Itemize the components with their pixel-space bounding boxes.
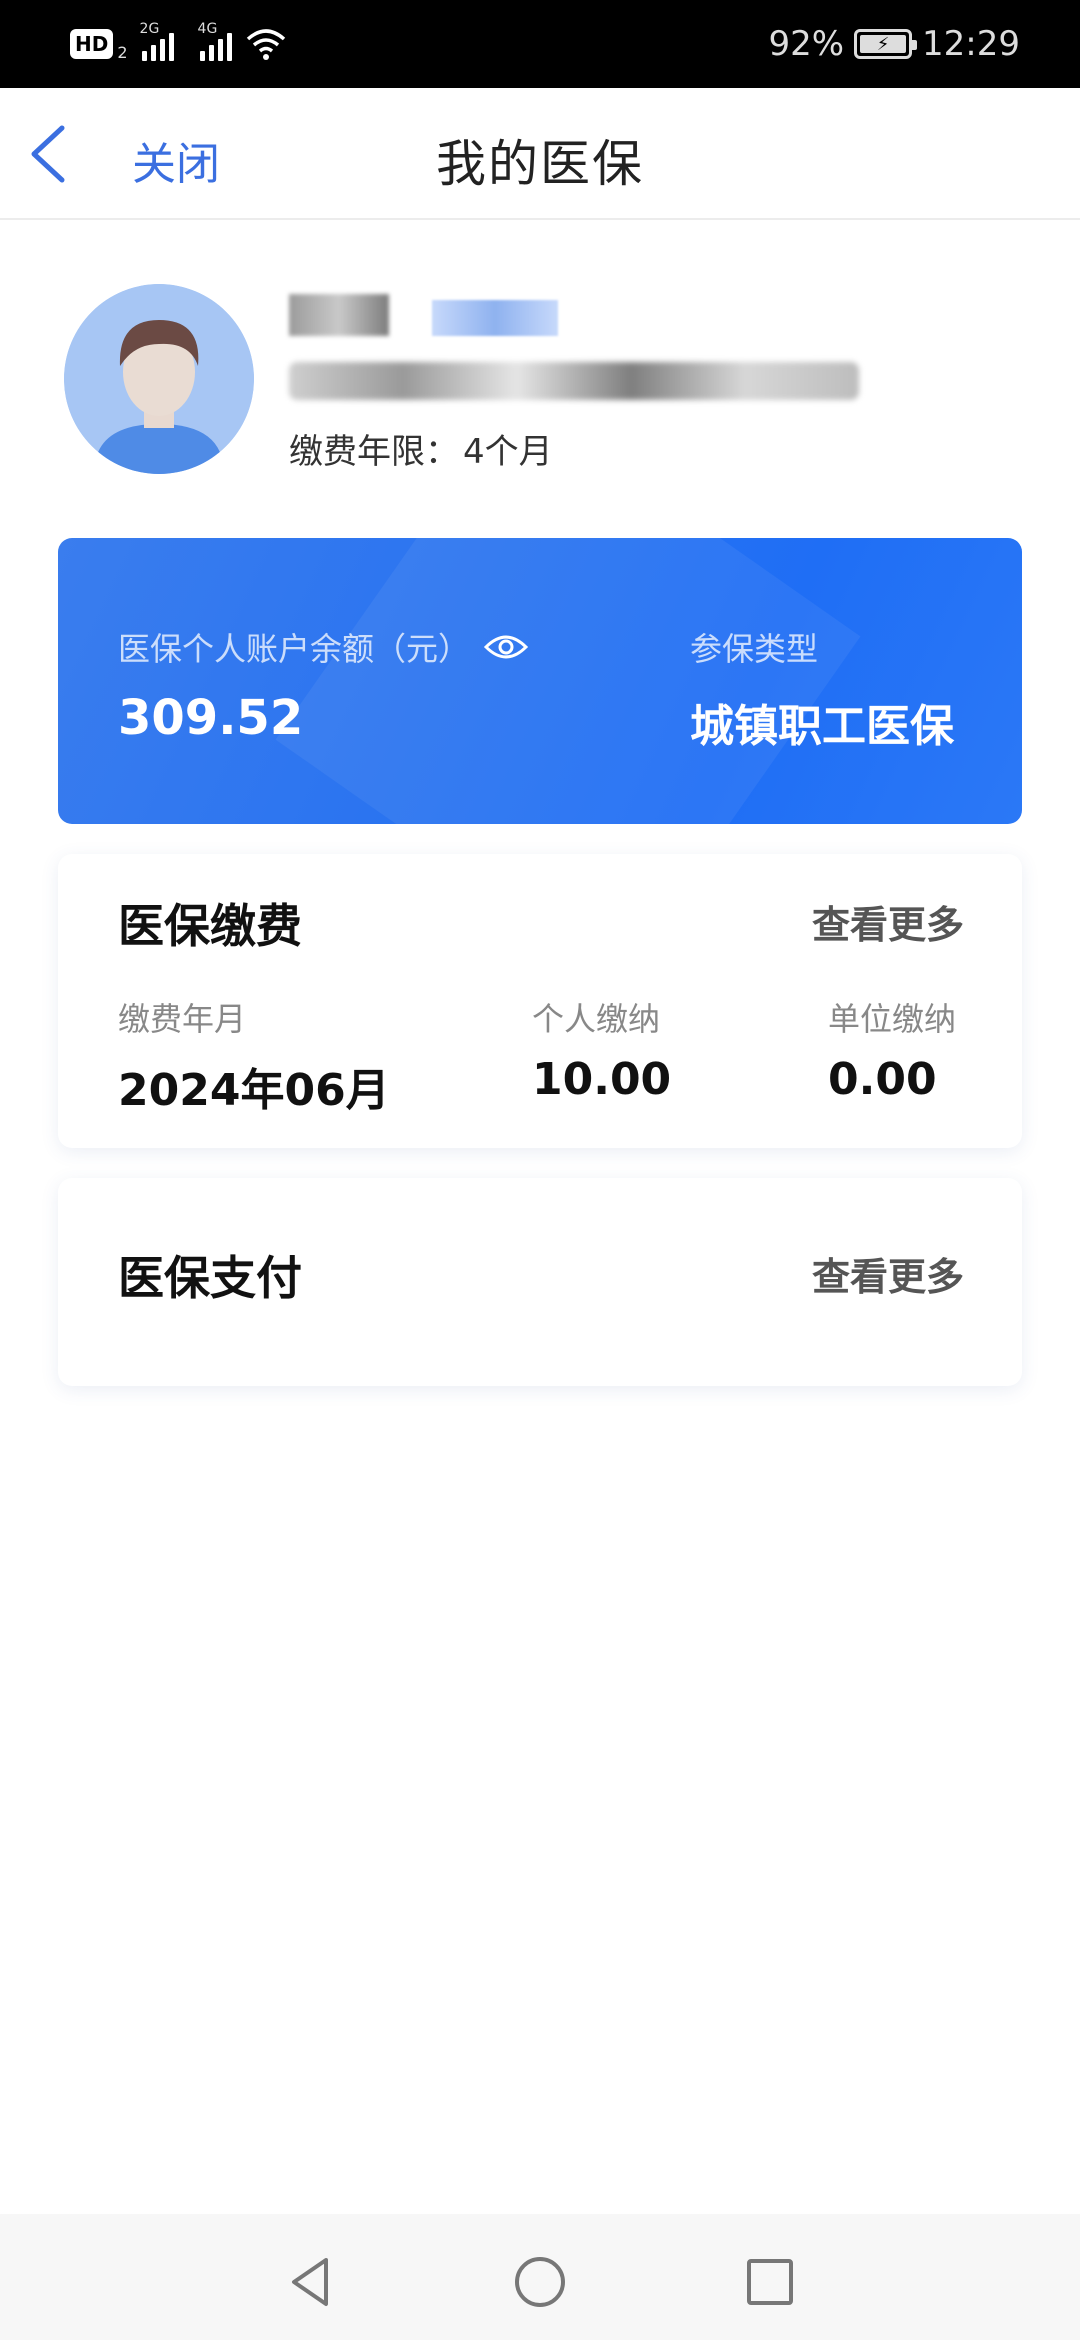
balance-label-row: 医保个人账户余额（元） (118, 624, 529, 670)
pay-years-value: 4个月 (463, 432, 553, 472)
status-bar: HD 2 2G 4G 92% ⚡ 12:29 (0, 0, 1080, 88)
status-left: HD 2 2G 4G (70, 21, 286, 62)
battery-icon: ⚡ (854, 29, 918, 59)
default-avatar-icon (64, 284, 254, 474)
hd-sub: 2 (117, 42, 128, 62)
nav-bar: 关闭 我的医保 (0, 88, 1080, 220)
col-value-employer: 0.00 (828, 1054, 937, 1105)
system-nav-bar (0, 2214, 1080, 2340)
net-4g-label: 4G (197, 21, 218, 37)
square-recent-icon[interactable] (740, 2252, 800, 2312)
tag-redacted (432, 300, 558, 336)
circle-home-icon[interactable] (510, 2252, 570, 2312)
profile-section: 缴费年限： 4个月 (64, 284, 1024, 484)
wifi-icon (246, 29, 285, 60)
signal-2g-icon: 2G (140, 21, 174, 61)
signal-4g-icon: 4G (198, 21, 232, 61)
pay-card: 医保支付 查看更多 (58, 1178, 1022, 1386)
pay-card-title: 医保支付 (118, 1251, 302, 1305)
payment-card: 医保缴费 查看更多 缴费年月 2024年06月 个人缴纳 10.00 单位缴纳 … (58, 854, 1022, 1148)
insurance-type-value: 城镇职工医保 (690, 701, 954, 752)
clock: 12:29 (922, 24, 1020, 64)
balance-label: 医保个人账户余额（元） (118, 630, 471, 668)
avatar (64, 284, 254, 474)
triangle-back-icon[interactable] (280, 2252, 340, 2312)
payment-view-more-button[interactable]: 查看更多 (812, 894, 964, 949)
page-title: 我的医保 (436, 135, 644, 193)
hd-badge: HD (70, 29, 114, 59)
pay-view-more-button[interactable]: 查看更多 (812, 1246, 964, 1301)
battery-percent: 92% (768, 24, 845, 64)
name-redacted (289, 294, 389, 336)
col-label-personal: 个人缴纳 (532, 1000, 661, 1038)
col-value-personal: 10.00 (532, 1054, 672, 1105)
pay-years-label: 缴费年限： (289, 432, 459, 472)
col-value-month: 2024年06月 (118, 1065, 390, 1116)
net-2g-label: 2G (139, 21, 160, 37)
balance-card: 医保个人账户余额（元） 309.52 参保类型 城镇职工医保 (58, 538, 1022, 824)
status-right: 92% ⚡ 12:29 (768, 24, 1020, 64)
id-number-redacted (289, 362, 859, 400)
pay-years: 缴费年限： 4个月 (289, 424, 553, 473)
col-label-month: 缴费年月 (118, 1000, 247, 1038)
payment-card-title: 医保缴费 (118, 899, 302, 953)
col-label-employer: 单位缴纳 (828, 1000, 957, 1038)
eye-icon[interactable] (484, 633, 529, 661)
insurance-type-label: 参保类型 (690, 630, 819, 668)
balance-value: 309.52 (118, 690, 304, 746)
